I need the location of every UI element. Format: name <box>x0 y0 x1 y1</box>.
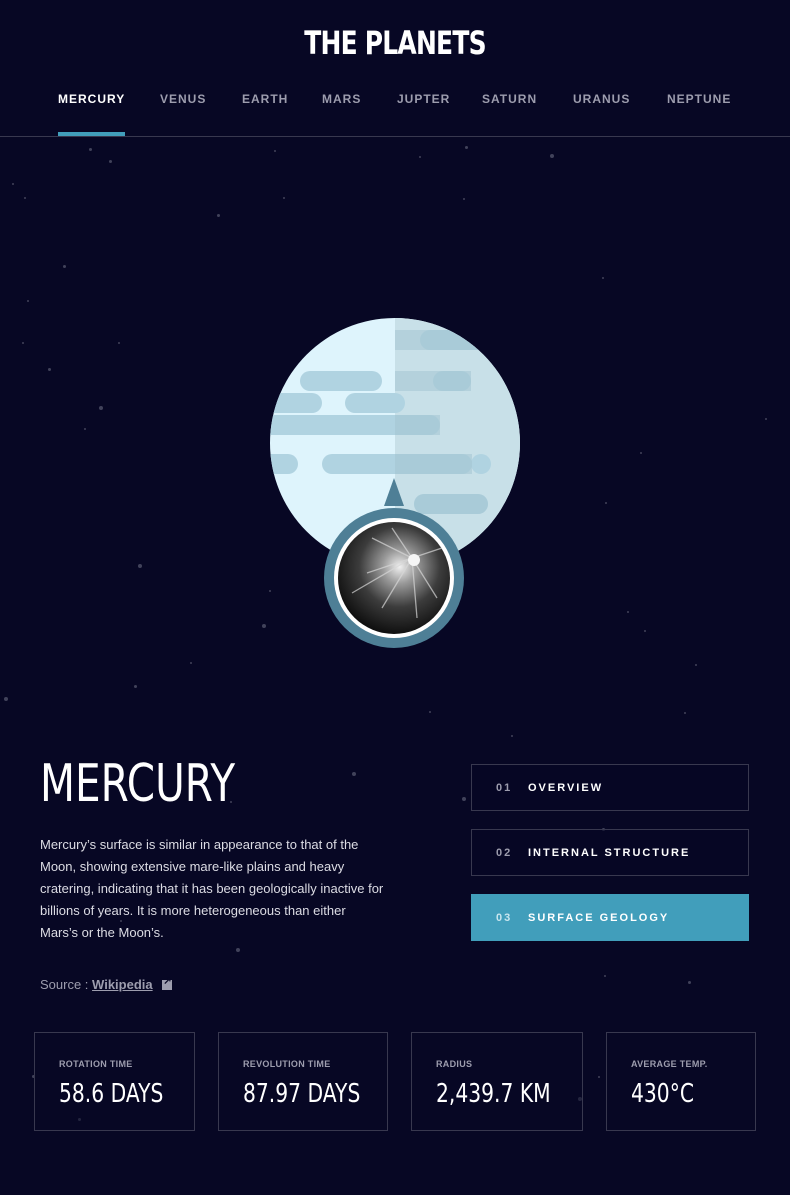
star <box>640 452 642 454</box>
tab-label: OVERVIEW <box>528 782 604 794</box>
tab-surface-geology[interactable]: 03 SURFACE GEOLOGY <box>471 894 749 941</box>
stat-average-temp: AVERAGE TEMP. 430°C <box>606 1032 756 1131</box>
star <box>463 198 465 200</box>
star <box>627 611 629 613</box>
star <box>118 342 120 344</box>
star <box>217 214 220 217</box>
planet-nav: MERCURY VENUS EARTH MARS JUPTER SATURN U… <box>0 92 790 137</box>
star <box>765 418 767 420</box>
star <box>134 685 137 688</box>
star <box>24 197 26 199</box>
star <box>605 502 607 504</box>
star <box>138 564 142 568</box>
tab-number: 01 <box>496 782 513 794</box>
star <box>283 197 285 199</box>
source-prefix: Source : <box>40 977 89 992</box>
star <box>644 630 646 632</box>
tab-label: INTERNAL STRUCTURE <box>528 847 691 859</box>
surface-geology-badge <box>324 478 464 648</box>
star <box>22 342 24 344</box>
nav-item-label: MARS <box>322 92 362 106</box>
star <box>190 662 192 664</box>
app-title[interactable]: THE PLANETS <box>87 24 703 62</box>
star <box>465 146 468 149</box>
nav-item-mars[interactable]: MARS <box>322 92 361 135</box>
stat-label: ROTATION TIME <box>59 1059 133 1069</box>
star <box>419 156 421 158</box>
tab-internal-structure[interactable]: 02 INTERNAL STRUCTURE <box>471 829 749 876</box>
stat-label: RADIUS <box>436 1059 473 1069</box>
star <box>109 160 112 163</box>
stat-value: 430°C <box>631 1079 695 1109</box>
star <box>274 150 276 152</box>
nav-item-venus[interactable]: VENUS <box>160 92 206 135</box>
star <box>462 797 466 801</box>
nav-item-label: VENUS <box>160 92 207 106</box>
star <box>604 975 606 977</box>
planet-name: MERCURY <box>40 754 236 814</box>
stat-rotation-time: ROTATION TIME 58.6 DAYS <box>34 1032 195 1131</box>
star <box>236 948 240 952</box>
stat-radius: RADIUS 2,439.7 KM <box>411 1032 583 1131</box>
star <box>602 277 604 279</box>
stat-label: AVERAGE TEMP. <box>631 1059 708 1069</box>
external-link-icon[interactable] <box>162 976 173 990</box>
star <box>262 624 266 628</box>
star <box>688 981 691 984</box>
tab-number: 02 <box>496 847 513 859</box>
tab-label: SURFACE GEOLOGY <box>528 912 670 924</box>
star <box>12 183 14 185</box>
star <box>511 735 513 737</box>
star <box>550 154 554 158</box>
nav-item-label: SATURN <box>482 92 538 106</box>
star <box>4 697 8 701</box>
star <box>63 265 66 268</box>
nav-item-saturn[interactable]: SATURN <box>482 92 537 135</box>
star <box>99 406 103 410</box>
nav-item-label: MERCURY <box>58 92 126 106</box>
nav-item-earth[interactable]: EARTH <box>242 92 288 135</box>
wikipedia-link[interactable]: Wikipedia <box>92 977 153 992</box>
star <box>695 664 697 666</box>
star <box>352 772 356 776</box>
star <box>598 1076 600 1078</box>
nav-item-uranus[interactable]: URANUS <box>573 92 630 135</box>
nav-item-label: EARTH <box>242 92 289 106</box>
planet-description: Mercury’s surface is similar in appearan… <box>40 837 384 940</box>
tab-overview[interactable]: 01 OVERVIEW <box>471 764 749 811</box>
nav-item-label: NEPTUNE <box>667 92 732 106</box>
star <box>48 368 51 371</box>
stat-value: 87.97 DAYS <box>243 1079 361 1109</box>
star <box>269 590 271 592</box>
nav-item-label: JUPTER <box>397 92 451 106</box>
star <box>684 712 686 714</box>
nav-item-neptune[interactable]: NEPTUNE <box>667 92 731 135</box>
star <box>27 300 29 302</box>
star <box>84 428 86 430</box>
stat-label: REVOLUTION TIME <box>243 1059 331 1069</box>
header-divider <box>0 136 790 137</box>
source-line: Source : Wikipedia <box>40 976 173 992</box>
nav-item-jupiter[interactable]: JUPTER <box>397 92 450 135</box>
tab-number: 03 <box>496 912 513 924</box>
stat-value: 58.6 DAYS <box>59 1079 164 1109</box>
site-header: THE PLANETS MERCURY VENUS EARTH MARS JUP… <box>0 0 790 137</box>
nav-item-label: URANUS <box>573 92 631 106</box>
star <box>429 711 431 713</box>
stat-revolution-time: REVOLUTION TIME 87.97 DAYS <box>218 1032 388 1131</box>
stat-value: 2,439.7 KM <box>436 1079 551 1109</box>
nav-item-mercury[interactable]: MERCURY <box>58 92 126 136</box>
star <box>89 148 92 151</box>
